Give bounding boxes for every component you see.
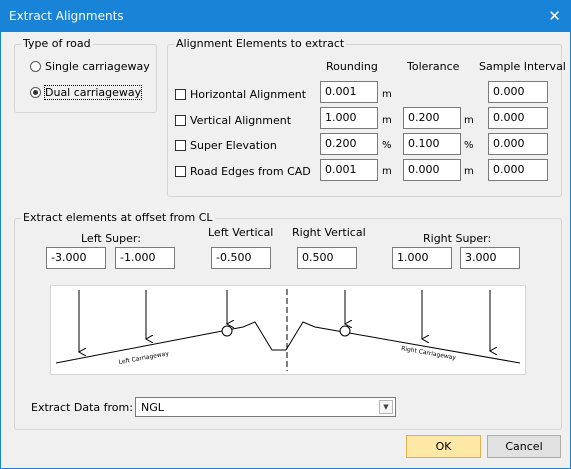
dual-carriageway-radio[interactable]: Dual carriageway <box>30 84 143 100</box>
single-carriageway-radio[interactable]: Single carriageway <box>30 58 150 74</box>
horizontal-sample-input[interactable]: 0.000 <box>488 81 548 103</box>
super-sample-input[interactable]: 0.000 <box>488 133 548 155</box>
checkbox-icon <box>175 88 186 100</box>
vertical-sample-input[interactable]: 0.000 <box>488 107 548 129</box>
right-super-label: Right Super: <box>423 232 492 245</box>
tolerance-header: Tolerance <box>407 60 460 73</box>
left-carriageway-text: Left Carriageway <box>118 350 170 366</box>
super-elevation-checkbox[interactable]: Super Elevation <box>175 136 277 154</box>
cancel-button[interactable]: Cancel <box>487 435 561 458</box>
vertical-rounding-input[interactable]: 1.000 <box>320 107 378 129</box>
road-edges-sample-input[interactable]: 0.000 <box>488 159 548 181</box>
checkbox-icon <box>175 165 186 177</box>
right-super-inner-input[interactable]: 1.000 <box>392 247 452 269</box>
vertical-alignment-checkbox[interactable]: Vertical Alignment <box>175 111 291 129</box>
left-super-outer-input[interactable]: -3.000 <box>46 247 106 269</box>
extract-alignments-dialog: Extract Alignments ✕ Type of road Single… <box>0 0 571 469</box>
left-vertical-label: Left Vertical <box>208 226 274 239</box>
extract-from-combo[interactable]: NGL ▼ <box>135 397 396 417</box>
horizontal-alignment-checkbox[interactable]: Horizontal Alignment <box>175 85 306 103</box>
left-vertical-input[interactable]: -0.500 <box>211 247 271 269</box>
super-elevation-label: Super Elevation <box>190 138 277 152</box>
road-edges-label: Road Edges from CAD <box>190 164 311 178</box>
vertical-rounding-unit: m <box>382 115 392 126</box>
right-carriageway-text: Right Carriageway <box>401 345 457 362</box>
left-vertical-marker <box>221 325 233 337</box>
cross-section-svg: Left Carriageway Right Carriageway <box>55 289 521 371</box>
single-carriageway-label: Single carriageway <box>45 59 150 73</box>
cross-section-diagram: Left Carriageway Right Carriageway <box>50 285 526 375</box>
offset-legend: Extract elements at offset from CL <box>21 211 215 224</box>
vertical-alignment-label: Vertical Alignment <box>190 113 292 127</box>
road-edges-rounding-input[interactable]: 0.001 <box>320 159 378 181</box>
chevron-down-icon[interactable]: ▼ <box>379 400 393 414</box>
horizontal-rounding-input[interactable]: 0.001 <box>320 81 378 103</box>
vertical-tolerance-unit: m <box>464 115 474 126</box>
type-of-road-legend: Type of road <box>21 37 93 50</box>
close-icon[interactable]: ✕ <box>539 1 570 32</box>
super-tolerance-unit: % <box>464 140 474 151</box>
dual-carriageway-label: Dual carriageway <box>43 84 143 100</box>
horizontal-rounding-unit: m <box>382 89 392 100</box>
type-of-road-group: Type of road <box>14 37 157 113</box>
super-rounding-unit: % <box>382 140 392 151</box>
rounding-header: Rounding <box>326 60 378 73</box>
right-vertical-input[interactable]: 0.500 <box>297 247 357 269</box>
radio-icon <box>30 60 41 72</box>
horizontal-alignment-label: Horizontal Alignment <box>190 87 307 101</box>
left-super-inner-input[interactable]: -1.000 <box>115 247 175 269</box>
super-tolerance-input[interactable]: 0.100 <box>403 133 461 155</box>
extract-from-value: NGL <box>141 401 164 414</box>
radio-checked-icon <box>30 86 41 98</box>
road-edges-tolerance-input[interactable]: 0.000 <box>403 159 461 181</box>
right-vertical-marker <box>339 325 351 337</box>
window-title: Extract Alignments <box>9 9 124 23</box>
vertical-tolerance-input[interactable]: 0.200 <box>403 107 461 129</box>
road-edges-rounding-unit: m <box>382 166 392 177</box>
right-vertical-label: Right Vertical <box>292 226 366 239</box>
road-edges-tolerance-unit: m <box>464 166 474 177</box>
extract-from-label: Extract Data from: <box>31 401 133 414</box>
sample-interval-header: Sample Interval <box>479 60 566 73</box>
checkbox-icon <box>175 114 186 126</box>
super-rounding-input[interactable]: 0.200 <box>320 133 378 155</box>
road-edges-checkbox[interactable]: Road Edges from CAD <box>175 162 311 180</box>
title-bar[interactable]: Extract Alignments ✕ <box>1 1 570 32</box>
ok-button[interactable]: OK <box>406 435 481 458</box>
alignment-elements-legend: Alignment Elements to extract <box>174 37 347 50</box>
right-super-outer-input[interactable]: 3.000 <box>460 247 520 269</box>
checkbox-icon <box>175 139 186 151</box>
left-super-label: Left Super: <box>81 232 141 245</box>
